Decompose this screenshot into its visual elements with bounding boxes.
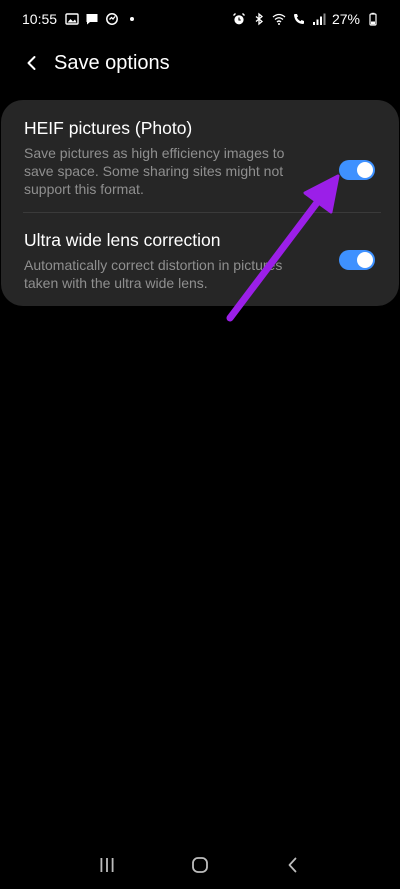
nav-back-button[interactable] — [273, 845, 313, 885]
heif-toggle[interactable] — [339, 160, 375, 180]
call-signal-icon — [292, 12, 306, 26]
chevron-left-icon — [27, 56, 36, 70]
page-title: Save options — [54, 51, 170, 74]
divider — [23, 212, 381, 213]
alarm-icon — [232, 12, 246, 26]
status-left: 10:55 — [22, 11, 139, 27]
home-button[interactable] — [180, 845, 220, 885]
back-icon — [288, 857, 297, 873]
ultra-wide-toggle[interactable] — [339, 250, 375, 270]
dot-icon — [125, 12, 139, 26]
setting-ultra-wide-correction[interactable]: Ultra wide lens correction Automatically… — [1, 228, 399, 304]
setting-title: Ultra wide lens correction — [24, 230, 221, 250]
back-button[interactable] — [12, 43, 52, 83]
setting-heif-pictures[interactable]: HEIF pictures (Photo) Save pictures as h… — [1, 116, 399, 212]
header: Save options — [0, 42, 400, 84]
toggle-knob — [357, 162, 373, 178]
status-time: 10:55 — [22, 11, 58, 27]
toggle-knob — [357, 252, 373, 268]
setting-description: Automatically correct distortion in pict… — [24, 257, 283, 291]
recents-icon — [100, 858, 114, 872]
home-icon — [192, 857, 208, 873]
status-bar: 10:55 27% — [0, 0, 400, 38]
battery-percent: 27% — [331, 11, 360, 27]
setting-description: Save pictures as high efficiency images … — [24, 145, 285, 197]
gallery-icon — [65, 12, 79, 26]
sync-icon — [105, 12, 119, 26]
battery-icon — [366, 12, 380, 26]
signal-icon — [312, 12, 326, 26]
recents-button[interactable] — [87, 845, 127, 885]
status-right: 27% — [232, 11, 380, 27]
settings-card: HEIF pictures (Photo) Save pictures as h… — [1, 100, 399, 306]
nav-bar — [0, 841, 400, 889]
setting-title: HEIF pictures (Photo) — [24, 118, 193, 138]
bluetooth-icon — [252, 12, 266, 26]
wifi-icon — [272, 12, 286, 26]
message-icon — [85, 12, 99, 26]
